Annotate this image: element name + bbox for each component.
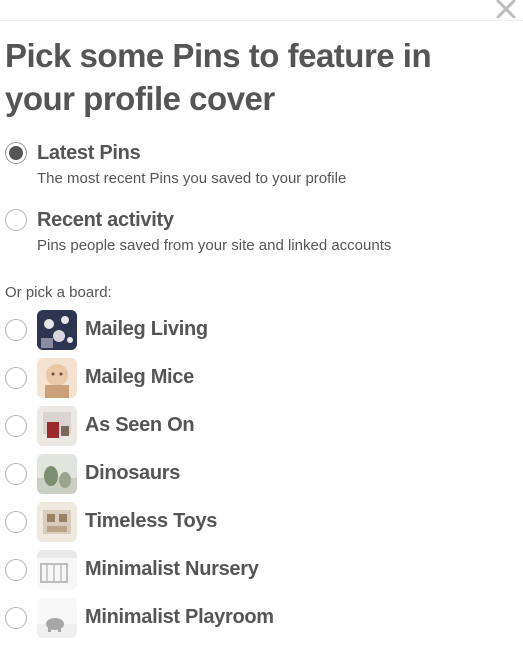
board-thumbnail: [37, 454, 77, 494]
board-radio[interactable]: [5, 511, 27, 533]
board-item[interactable]: Maileg Mice: [5, 358, 405, 398]
board-thumbnail: [37, 358, 77, 398]
dialog-header-bar: [0, 0, 523, 21]
board-item[interactable]: Dinosaurs: [5, 454, 405, 494]
board-item[interactable]: Maileg Living: [5, 310, 405, 350]
board-name: Dinosaurs: [85, 462, 181, 484]
board-thumbnail: [37, 502, 77, 542]
board-name: Minimalist Playroom: [85, 606, 274, 628]
option-label: Latest Pins: [37, 142, 141, 164]
boards-heading: Or pick a board:: [5, 284, 112, 301]
board-thumbnail: [37, 406, 77, 446]
option-description: Pins people saved from your site and lin…: [37, 237, 392, 254]
board-item[interactable]: Minimalist Playroom: [5, 598, 405, 638]
board-thumbnail: [37, 598, 77, 638]
board-item[interactable]: Minimalist Nursery: [5, 550, 405, 590]
board-item[interactable]: As Seen On: [5, 406, 405, 446]
board-radio[interactable]: [5, 607, 27, 629]
board-name: Timeless Toys: [85, 510, 218, 532]
dialog-title: Pick some Pins to feature in your profil…: [5, 37, 432, 117]
board-name: Maileg Living: [85, 318, 208, 340]
option-latest-pins[interactable]: Latest Pins The most recent Pins you sav…: [5, 140, 425, 190]
board-name: As Seen On: [85, 414, 195, 436]
board-radio[interactable]: [5, 415, 27, 437]
radio-recent-activity[interactable]: [5, 209, 27, 231]
board-thumbnail: [37, 310, 77, 350]
board-radio[interactable]: [5, 367, 27, 389]
board-radio[interactable]: [5, 463, 27, 485]
radio-latest-pins[interactable]: [5, 142, 27, 164]
board-name: Maileg Mice: [85, 366, 194, 388]
board-name: Minimalist Nursery: [85, 558, 259, 580]
board-thumbnail: [37, 550, 77, 590]
option-label: Recent activity: [37, 209, 174, 231]
close-icon[interactable]: [495, 0, 517, 20]
board-radio[interactable]: [5, 559, 27, 581]
board-radio[interactable]: [5, 319, 27, 341]
option-recent-activity[interactable]: Recent activity Pins people saved from y…: [5, 207, 425, 257]
board-item[interactable]: Timeless Toys: [5, 502, 405, 542]
option-description: The most recent Pins you saved to your p…: [37, 170, 347, 187]
